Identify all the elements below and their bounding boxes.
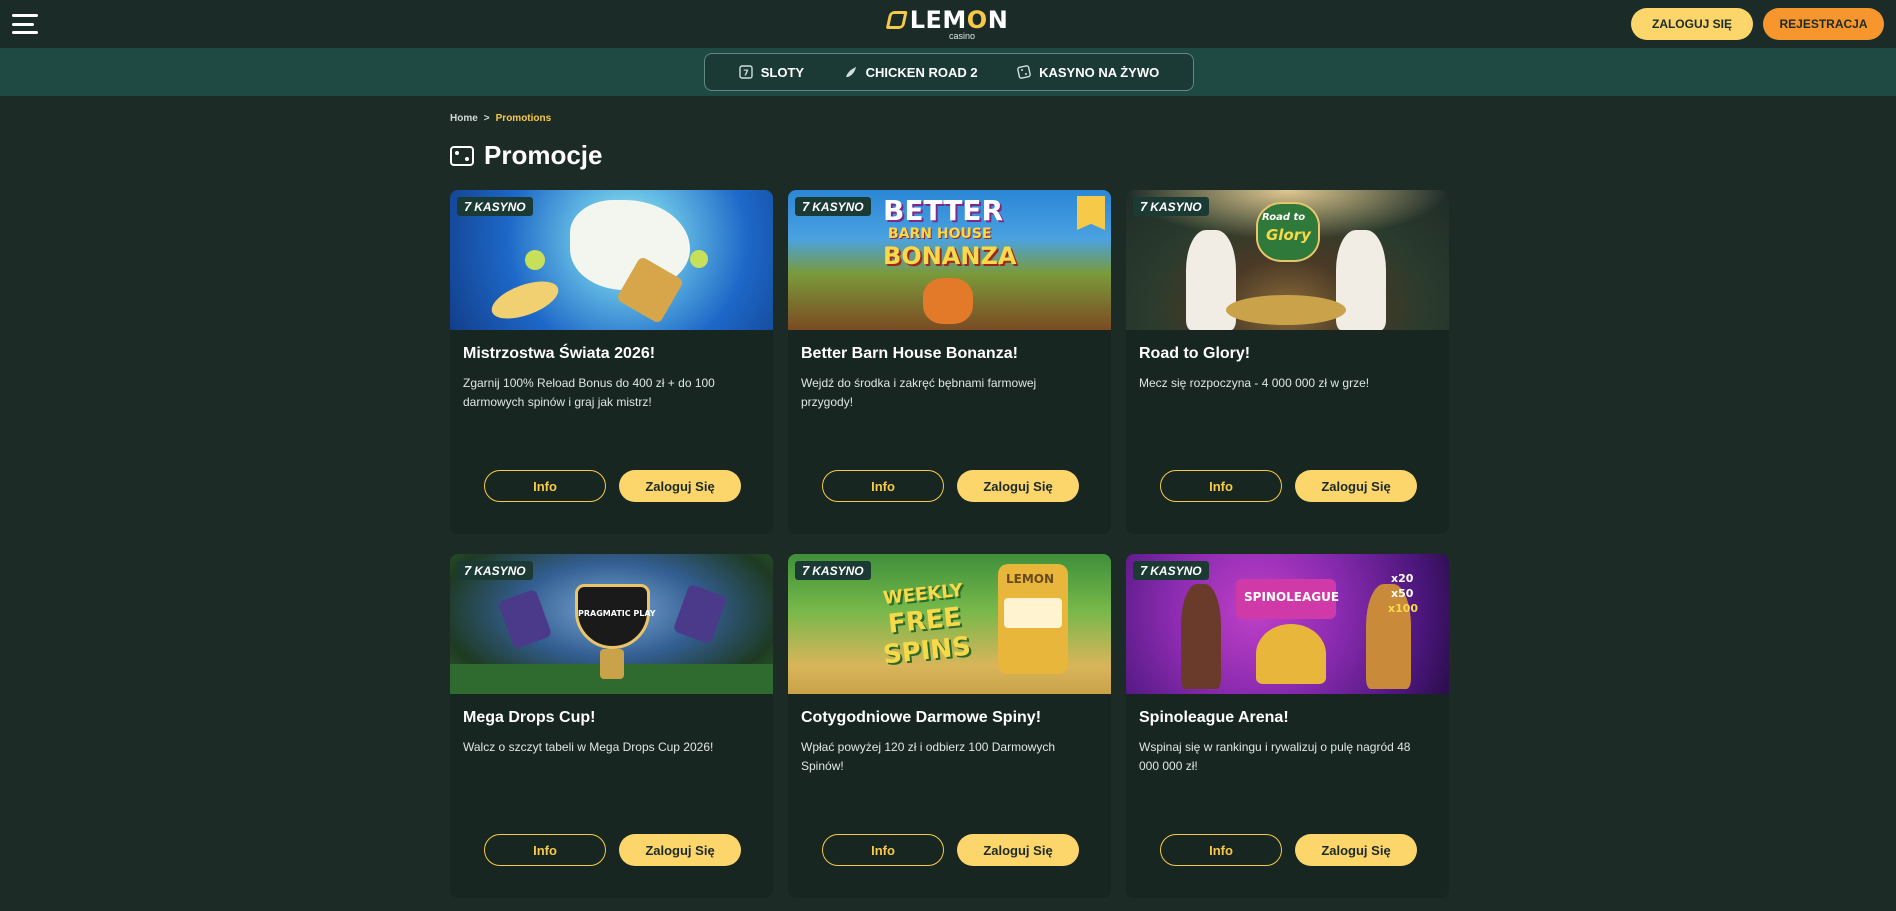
promo-description: Walcz o szczyt tabeli w Mega Drops Cup 2… — [463, 740, 714, 754]
logo-text: LEMON — [909, 6, 1009, 34]
kasyno-badge: 7 KASYNO — [795, 561, 871, 580]
promo-description: Wpłać powyżej 120 zł i odbierz 100 Darmo… — [801, 740, 1056, 773]
promo-image[interactable]: SPINOLEAGUE x20 x50 x100 7 KASYNO — [1126, 554, 1449, 694]
promo-art-text: LEMON — [1006, 572, 1055, 586]
login-button[interactable]: Zaloguj Się — [1295, 834, 1417, 866]
breadcrumb-current: Promotions — [495, 113, 552, 124]
info-button[interactable]: Info — [1160, 470, 1282, 502]
login-button[interactable]: Zaloguj Się — [619, 834, 741, 866]
trophy-base-shape — [600, 649, 624, 679]
nav-item-label: CHICKEN ROAD 2 — [865, 64, 978, 80]
lemon-slice-shape — [525, 250, 545, 270]
promo-image[interactable]: BETTER BARN HOUSE BONANZA 7 KASYNO — [788, 190, 1111, 330]
promo-art-text: x20 — [1391, 572, 1414, 585]
info-button[interactable]: Info — [822, 470, 944, 502]
promo-art-text: BARN HOUSE — [888, 226, 992, 242]
nav-item-live-casino[interactable]: KASYNO NA ŻYWO — [1017, 65, 1159, 80]
promo-art-text: BETTER — [883, 194, 1003, 227]
promo-title: Spinoleague Arena! — [1139, 709, 1289, 726]
kasyno-badge: 7 KASYNO — [457, 561, 533, 580]
promo-card: BETTER BARN HOUSE BONANZA 7 KASYNO Better… — [788, 190, 1111, 534]
info-button[interactable]: Info — [484, 470, 606, 502]
dice-icon — [1017, 65, 1031, 79]
promo-title: Road to Glory! — [1139, 345, 1251, 362]
reels-shape — [1004, 598, 1062, 628]
login-button[interactable]: Zaloguj Się — [957, 834, 1079, 866]
card-shape — [497, 588, 553, 650]
promo-art-text: PRAGMATIC PLAY — [578, 609, 656, 618]
card-shape — [672, 583, 728, 645]
bookmark-icon — [1077, 196, 1105, 230]
register-button[interactable]: REJESTRACJA — [1763, 8, 1884, 40]
promo-art-text: Glory — [1266, 226, 1311, 244]
svg-text:7: 7 — [743, 69, 749, 78]
category-nav: 7 SLOTY CHICKEN ROAD 2 KASYNO NA ŻYWO — [0, 48, 1896, 96]
promo-image[interactable]: 7 KASYNO — [450, 190, 773, 330]
promotions-grid: 7 KASYNO Mistrzostwa Świata 2026! Zgarnij… — [450, 190, 1449, 898]
nav-item-slots[interactable]: 7 SLOTY — [739, 65, 804, 80]
person-shape — [1336, 230, 1386, 330]
breadcrumb-home[interactable]: Home — [450, 113, 478, 124]
promo-image[interactable]: Road to Glory 7 KASYNO — [1126, 190, 1449, 330]
info-button[interactable]: Info — [1160, 834, 1282, 866]
promo-title: Mega Drops Cup! — [463, 709, 596, 726]
gold-pile-shape — [1256, 624, 1326, 684]
roulette-shape — [1226, 295, 1346, 325]
nav-item-chicken-road[interactable]: CHICKEN ROAD 2 — [844, 65, 978, 80]
lemon-logo-icon — [885, 11, 908, 29]
promo-image[interactable]: WEEKLY FREE SPINS LEMON 7 KASYNO — [788, 554, 1111, 694]
promo-art-text: BONANZA — [883, 242, 1017, 270]
coin-shape — [486, 273, 564, 327]
category-nav-box: 7 SLOTY CHICKEN ROAD 2 KASYNO NA ŻYWO — [704, 53, 1194, 91]
kasyno-badge: 7 KASYNO — [795, 197, 871, 216]
nav-item-label: SLOTY — [760, 64, 805, 80]
promo-art-text: x50 — [1391, 587, 1414, 600]
promo-description: Mecz się rozpoczyna - 4 000 000 zł w grz… — [1139, 376, 1370, 390]
slot-icon: 7 — [739, 65, 753, 79]
chicken-icon — [844, 65, 858, 79]
promo-card: WEEKLY FREE SPINS LEMON 7 KASYNO Cotygodn… — [788, 554, 1111, 898]
promo-card: 7 KASYNO Mistrzostwa Świata 2026! Zgarnij… — [450, 190, 773, 534]
character-shape — [1181, 584, 1221, 689]
login-button[interactable]: Zaloguj Się — [1295, 470, 1417, 502]
promo-title: Mistrzostwa Świata 2026! — [463, 345, 656, 362]
promo-description: Wspinaj się w rankingu i rywalizuj o pul… — [1139, 740, 1411, 773]
top-header: LEMON casino ZALOGUJ SIĘ REJESTRACJA — [0, 0, 1896, 48]
promo-card: Road to Glory 7 KASYNO Road to Glory! Mec… — [1126, 190, 1449, 534]
promo-art-text: SPINOLEAGUE — [1244, 590, 1340, 604]
login-button[interactable]: Zaloguj Się — [957, 470, 1079, 502]
promo-image[interactable]: PRAGMATIC PLAY 7 KASYNO — [450, 554, 773, 694]
promo-ticket-icon — [450, 145, 474, 166]
menu-icon[interactable] — [12, 14, 38, 34]
promo-title: Better Barn House Bonanza! — [801, 345, 1018, 362]
kasyno-badge: 7 KASYNO — [1133, 197, 1209, 216]
nav-item-label: KASYNO NA ŻYWO — [1039, 64, 1160, 80]
page-title-text: Promocje — [484, 140, 603, 170]
info-button[interactable]: Info — [484, 834, 606, 866]
breadcrumb-separator: > — [483, 113, 490, 124]
promo-art-text: Road to — [1262, 212, 1306, 223]
promo-card: SPINOLEAGUE x20 x50 x100 7 KASYNO Spinole… — [1126, 554, 1449, 898]
logo[interactable]: LEMON casino — [885, 6, 1009, 41]
logo-subtitle: casino — [948, 31, 976, 41]
login-button[interactable]: ZALOGUJ SIĘ — [1631, 8, 1753, 40]
promo-description: Zgarnij 100% Reload Bonus do 400 zł + do… — [463, 376, 715, 409]
promo-title: Cotygodniowe Darmowe Spiny! — [801, 709, 1042, 726]
kasyno-badge: 7 KASYNO — [457, 197, 533, 216]
promo-card: PRAGMATIC PLAY 7 KASYNO Mega Drops Cup! W… — [450, 554, 773, 898]
login-button[interactable]: Zaloguj Się — [619, 470, 741, 502]
lemon-slice-shape — [690, 250, 708, 268]
promo-art-text: x100 — [1388, 602, 1419, 615]
breadcrumb: Home > Promotions — [450, 113, 551, 124]
fox-shape — [923, 278, 973, 324]
promo-description: Wejdź do środka i zakręć bębnami farmowe… — [801, 376, 1037, 409]
kasyno-badge: 7 KASYNO — [1133, 561, 1209, 580]
page-title: Promocje — [450, 140, 603, 171]
info-button[interactable]: Info — [822, 834, 944, 866]
